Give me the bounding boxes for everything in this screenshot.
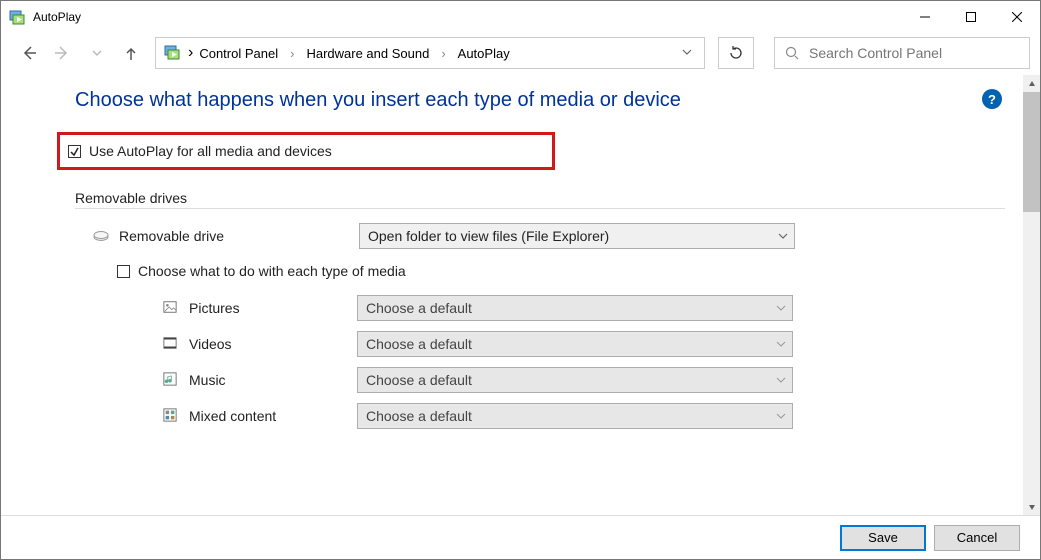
pictures-icon: [163, 300, 179, 316]
use-autoplay-label: Use AutoPlay for all media and devices: [89, 143, 332, 159]
chevron-down-icon: [776, 372, 786, 388]
mixed-label: Mixed content: [189, 408, 357, 424]
nav-arrows: [19, 43, 141, 63]
chevron-right-icon[interactable]: ›: [437, 46, 449, 61]
mixed-row: Mixed content Choose a default: [75, 403, 1005, 429]
chevron-down-icon: [776, 408, 786, 424]
videos-label: Videos: [189, 336, 357, 352]
help-button[interactable]: ?: [982, 89, 1002, 109]
highlighted-setting: Use AutoPlay for all media and devices: [57, 132, 555, 170]
mixed-value: Choose a default: [366, 408, 472, 424]
music-icon: [163, 372, 179, 388]
media-type-checkbox-text: Choose what to do with each type of medi…: [138, 263, 406, 279]
bottom-bar: Save Cancel: [1, 515, 1040, 559]
back-button[interactable]: [19, 43, 39, 63]
pictures-row: Pictures Choose a default: [75, 295, 1005, 321]
window-title: AutoPlay: [33, 10, 81, 24]
removable-drive-combo[interactable]: Open folder to view files (File Explorer…: [359, 223, 795, 249]
breadcrumb: Control Panel › Hardware and Sound › Aut…: [193, 44, 674, 63]
address-bar[interactable]: › Control Panel › Hardware and Sound › A…: [155, 37, 705, 69]
pictures-label: Pictures: [189, 300, 357, 316]
recent-locations-button[interactable]: [87, 43, 107, 63]
mixed-content-icon: [163, 408, 179, 424]
videos-icon: [163, 336, 179, 352]
scroll-up-button[interactable]: [1023, 75, 1040, 92]
videos-row: Videos Choose a default: [75, 331, 1005, 357]
cancel-button[interactable]: Cancel: [934, 525, 1020, 551]
videos-value: Choose a default: [366, 336, 472, 352]
media-type-checkbox-label[interactable]: Choose what to do with each type of medi…: [117, 263, 406, 279]
chevron-down-icon: [776, 300, 786, 316]
music-label: Music: [189, 372, 357, 388]
chevron-down-icon: [776, 336, 786, 352]
window-caption-buttons: [902, 1, 1040, 33]
mixed-combo[interactable]: Choose a default: [357, 403, 793, 429]
chevron-down-icon: [778, 228, 788, 244]
address-dropdown-button[interactable]: [674, 44, 700, 62]
section-divider: [75, 208, 1005, 209]
maximize-button[interactable]: [948, 1, 994, 33]
minimize-button[interactable]: [902, 1, 948, 33]
forward-button[interactable]: [53, 43, 73, 63]
removable-drive-label: Removable drive: [119, 228, 359, 244]
scroll-down-button[interactable]: [1023, 498, 1040, 515]
search-input[interactable]: [809, 45, 1019, 61]
chevron-right-icon[interactable]: ›: [286, 46, 298, 61]
removable-drive-value: Open folder to view files (File Explorer…: [368, 228, 609, 244]
search-box[interactable]: [774, 37, 1030, 69]
music-row: Music Choose a default: [75, 367, 1005, 393]
breadcrumb-item-hardware-sound[interactable]: Hardware and Sound: [302, 44, 433, 63]
media-type-checkbox[interactable]: [117, 265, 130, 278]
use-autoplay-checkbox[interactable]: [68, 145, 81, 158]
removable-drive-icon: [93, 228, 109, 244]
autoplay-app-icon: [9, 9, 25, 25]
media-type-checkbox-row: Choose what to do with each type of medi…: [117, 263, 1005, 279]
window-titlebar: AutoPlay: [1, 1, 1040, 33]
save-button[interactable]: Save: [840, 525, 926, 551]
autoplay-location-icon: [164, 44, 182, 62]
content-area: Choose what happens when you insert each…: [1, 75, 1023, 515]
pictures-combo[interactable]: Choose a default: [357, 295, 793, 321]
search-icon: [785, 46, 799, 60]
navigation-bar: › Control Panel › Hardware and Sound › A…: [1, 33, 1040, 77]
removable-drive-row: Removable drive Open folder to view file…: [75, 223, 1005, 249]
videos-combo[interactable]: Choose a default: [357, 331, 793, 357]
scroll-thumb[interactable]: [1023, 92, 1040, 212]
pictures-value: Choose a default: [366, 300, 472, 316]
section-removable-drives: Removable drives: [75, 190, 1005, 206]
refresh-button[interactable]: [718, 37, 754, 69]
use-autoplay-checkbox-row[interactable]: Use AutoPlay for all media and devices: [68, 143, 544, 159]
breadcrumb-item-control-panel[interactable]: Control Panel: [195, 44, 282, 63]
music-combo[interactable]: Choose a default: [357, 367, 793, 393]
close-button[interactable]: [994, 1, 1040, 33]
breadcrumb-item-autoplay[interactable]: AutoPlay: [454, 44, 514, 63]
page-title: Choose what happens when you insert each…: [75, 89, 1005, 112]
music-value: Choose a default: [366, 372, 472, 388]
vertical-scrollbar[interactable]: [1023, 75, 1040, 515]
up-button[interactable]: [121, 43, 141, 63]
